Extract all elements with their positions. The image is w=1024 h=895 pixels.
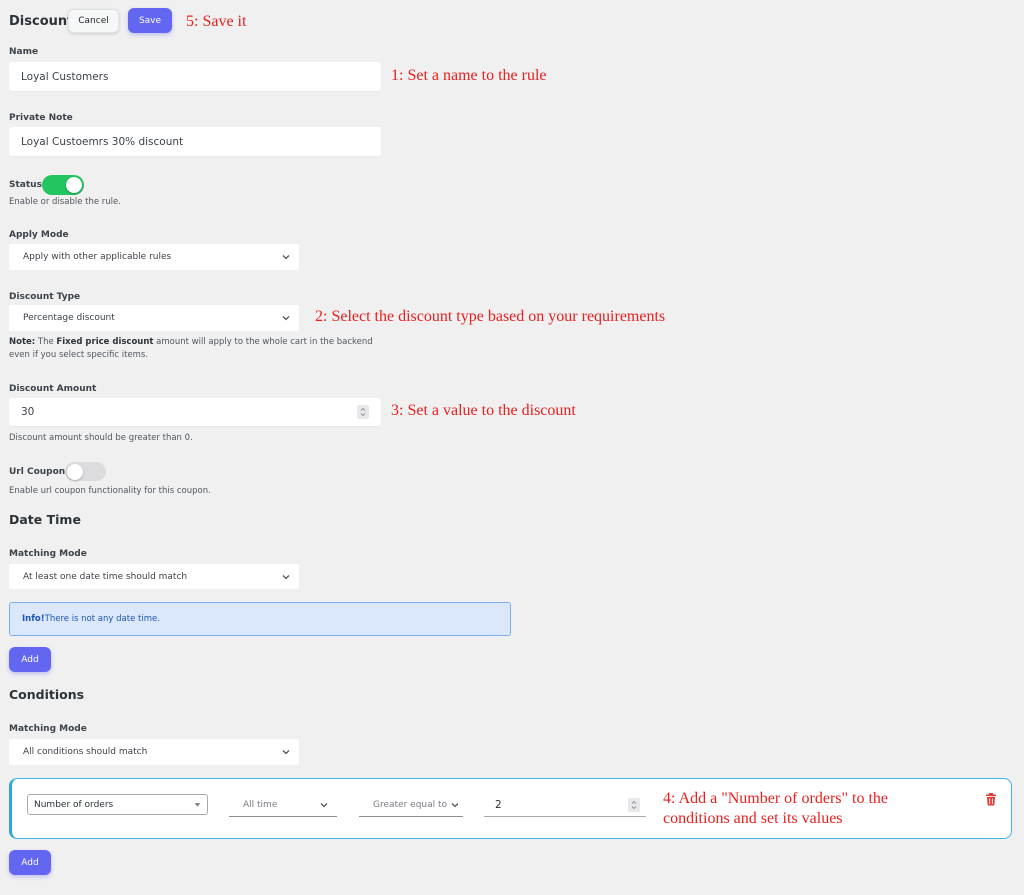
name-input[interactable]: Loyal Customers — [9, 62, 381, 91]
condition-type-value: Number of orders — [34, 799, 114, 810]
note-text: The — [35, 337, 57, 347]
conditions-matching-select[interactable]: All conditions should match — [9, 739, 299, 765]
conditions-add-button[interactable]: Add — [9, 850, 51, 875]
discount-type-label: Discount Type — [9, 292, 81, 302]
toggle-knob — [66, 177, 82, 193]
status-help: Enable or disable the rule. — [9, 197, 121, 207]
date-matching-label: Matching Mode — [9, 549, 87, 559]
discount-type-note: Note: The Fixed price discount amount wi… — [9, 336, 373, 362]
discount-type-value: Percentage discount — [23, 313, 115, 323]
toggle-knob — [67, 463, 83, 480]
date-matching-select[interactable]: At least one date time should match — [9, 564, 299, 589]
annotation-save: 5: Save it — [186, 13, 247, 30]
discount-amount-input[interactable]: 30 — [9, 398, 381, 426]
chevron-down-icon — [451, 802, 459, 807]
name-value: Loyal Customers — [21, 70, 109, 83]
save-button[interactable]: Save — [128, 8, 172, 33]
note-prefix: Note: — [9, 337, 36, 347]
date-add-button[interactable]: Add — [9, 647, 51, 672]
annotation-name: 1: Set a name to the rule — [391, 67, 547, 84]
number-spinner[interactable] — [628, 797, 640, 812]
annotation-line: conditions and set its values — [663, 810, 843, 827]
conditions-heading: Conditions — [9, 687, 85, 702]
note-text: amount will apply to the whole cart in t… — [153, 337, 373, 347]
condition-operator-value: Greater equal to — [373, 799, 448, 810]
conditions-matching-label: Matching Mode — [9, 724, 87, 734]
chevron-down-icon — [320, 802, 328, 807]
condition-type-select[interactable]: Number of orders — [27, 794, 208, 815]
info-text: There is not any date time. — [44, 614, 160, 624]
date-time-heading: Date Time — [9, 512, 81, 527]
private-note-value: Loyal Custoemrs 30% discount — [21, 135, 184, 148]
chevron-down-icon — [282, 316, 290, 321]
date-matching-value: At least one date time should match — [23, 571, 188, 582]
chevron-down-icon — [282, 574, 290, 579]
info-bold: Info! — [22, 614, 45, 624]
private-note-label: Private Note — [9, 113, 73, 123]
condition-operator-select[interactable]: Greater equal to — [359, 793, 463, 817]
status-toggle[interactable] — [42, 175, 84, 195]
name-label: Name — [9, 47, 39, 57]
caret-down-icon — [194, 803, 201, 807]
discount-amount-label: Discount Amount — [9, 384, 97, 394]
condition-period-value: All time — [243, 799, 278, 810]
annotation-discount-type: 2: Select the discount type based on you… — [315, 308, 666, 325]
page-title: Discount — [9, 14, 74, 29]
spinner-arrows-icon — [631, 800, 637, 809]
trash-icon[interactable] — [985, 793, 997, 806]
annotation-discount-amount: 3: Set a value to the discount — [391, 402, 576, 419]
condition-period-select[interactable]: All time — [229, 793, 337, 817]
discount-amount-value: 30 — [21, 406, 35, 418]
cancel-button[interactable]: Cancel — [68, 9, 119, 33]
discount-amount-help: Discount amount should be greater than 0… — [9, 433, 193, 443]
spinner-arrows-icon — [360, 407, 366, 417]
condition-value-input[interactable]: 2 — [484, 793, 646, 817]
status-label: Status — [9, 180, 42, 190]
discount-type-select[interactable]: Percentage discount — [9, 305, 299, 331]
conditions-matching-value: All conditions should match — [23, 747, 148, 757]
info-alert: Info! There is not any date time. — [9, 602, 511, 636]
url-coupon-label: Url Coupon — [9, 467, 66, 477]
url-coupon-help: Enable url coupon functionality for this… — [9, 486, 211, 496]
note-line2: even if you select specific items. — [9, 350, 149, 360]
chevron-down-icon — [282, 750, 290, 755]
apply-mode-select[interactable]: Apply with other applicable rules — [9, 244, 299, 270]
annotation-line: 4: Add a "Number of orders" to the — [663, 790, 889, 807]
chevron-down-icon — [282, 255, 290, 260]
note-bold: Fixed price discount — [56, 337, 154, 347]
url-coupon-toggle[interactable] — [65, 462, 106, 481]
apply-mode-label: Apply Mode — [9, 230, 69, 240]
condition-value: 2 — [495, 798, 502, 811]
annotation-conditions: 4: Add a "Number of orders" to the condi… — [663, 789, 888, 829]
private-note-input[interactable]: Loyal Custoemrs 30% discount — [9, 127, 381, 156]
number-spinner[interactable] — [357, 405, 369, 419]
apply-mode-value: Apply with other applicable rules — [23, 252, 172, 262]
